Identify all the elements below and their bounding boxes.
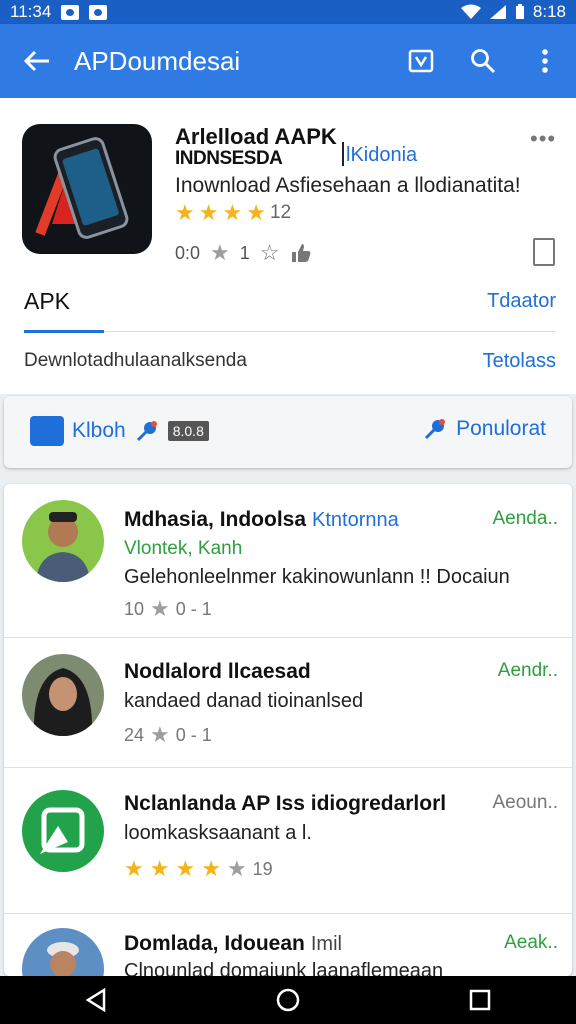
app-name: Arlelload AAPK (175, 124, 337, 149)
avatar (22, 928, 104, 976)
star-icon: ★ (222, 200, 243, 225)
item-count: 10 (124, 598, 145, 619)
meta-count: 1 (239, 242, 250, 263)
notification-icon (61, 4, 80, 20)
thumbs-up-icon[interactable] (290, 242, 312, 264)
bookmark-icon[interactable] (533, 238, 555, 266)
photo-icon (89, 4, 108, 20)
back-button[interactable] (0, 24, 74, 98)
home-icon[interactable] (276, 988, 300, 1012)
popular-label: Ponulorat (456, 417, 546, 440)
overflow-menu-button[interactable] (514, 24, 576, 98)
star-icon: ★ (149, 856, 170, 881)
item-message: loomkasksaanant a l. (124, 822, 312, 844)
search-icon (471, 49, 496, 74)
item-message: kandaed danad tioinanlsed (124, 690, 364, 712)
app-icon (22, 124, 152, 254)
status-battery-text: 8:18 (532, 2, 566, 21)
download-right-link[interactable]: Tetolass (483, 350, 556, 373)
verified-button[interactable] (390, 24, 452, 98)
item-score: 0 - 1 (175, 598, 212, 619)
star-icon: ★ (175, 200, 195, 225)
search-button[interactable] (452, 24, 514, 98)
pin-icon (136, 421, 157, 442)
item-message: Gelehonleelnmer kakinowunlann !! Docaiun (124, 566, 510, 588)
item-badge: Aeak.. (504, 932, 558, 953)
list-item[interactable]: Mdhasia, Indoolsa Ktntornna Aenda.. Vlont… (4, 484, 572, 638)
item-badge: Aendr.. (497, 660, 558, 681)
item-tag[interactable]: Ktntornna (312, 509, 399, 531)
pin-icon (425, 419, 446, 440)
app-bar: APDoumdesai (0, 24, 576, 98)
item-name: Nodlalord llcaesad (124, 660, 311, 683)
item-subtitle: Vlontek, Kanh (124, 538, 243, 559)
item-meta: 10 ★ 0 - 1 (124, 598, 212, 620)
item-meta: ★ ★ ★ ★ ★ 19 (124, 858, 273, 880)
app-rating: ★ ★ ★ ★ 12 (175, 202, 291, 224)
star-icon[interactable]: ★ (150, 598, 170, 620)
more-options-icon[interactable]: ••• (530, 126, 556, 152)
arrow-left-icon (23, 50, 49, 72)
back-icon[interactable] (85, 988, 107, 1012)
wifi-icon (460, 4, 481, 19)
item-name: Mdhasia, Indoolsa Ktntornna (124, 508, 399, 531)
item-badge: Aenda.. (492, 508, 559, 529)
like-label: Klboh (72, 419, 126, 442)
status-time: 11:34 (10, 2, 52, 21)
actions-card: Klboh 8.0.8 Ponulorat (4, 396, 572, 468)
star-icon: ★ (201, 856, 221, 881)
system-nav-bar (0, 976, 576, 1024)
signal-icon (489, 5, 506, 19)
item-count: 19 (252, 858, 273, 879)
avatar (22, 500, 104, 582)
item-name: Domlada, Idouean Imil (124, 932, 342, 955)
review-list: Mdhasia, Indoolsa Ktntornna Aenda.. Vlont… (4, 484, 572, 976)
developer-link[interactable]: lKidonia (346, 144, 417, 167)
star-icon: ★ (175, 856, 196, 881)
item-score: 0 - 1 (175, 724, 212, 745)
star-outline-icon[interactable]: ☆ (260, 242, 280, 264)
item-meta: 24 ★ 0 - 1 (124, 724, 212, 746)
item-name: Nclanlanda AP Iss idiogredarlorl (124, 792, 447, 815)
tab-indicator (24, 330, 104, 333)
star-icon: ★ (124, 856, 144, 881)
item-count: 24 (124, 724, 145, 745)
star-icon[interactable]: ★ (210, 242, 230, 264)
like-action[interactable]: Klboh 8.0.8 (30, 416, 209, 446)
list-item[interactable]: Nclanlanda AP Iss idiogredarlorl Aeoun..… (4, 768, 572, 914)
popular-action[interactable]: Ponulorat (422, 416, 546, 442)
list-item[interactable]: Nodlalord llcaesad Aendr.. kandaed danad… (4, 638, 572, 768)
list-item[interactable]: Domlada, Idouean Imil Aeak.. Clnounlad do… (4, 914, 572, 976)
item-message: Clnounlad domaiunk laanaflemeaan (124, 960, 444, 976)
item-tag[interactable]: Imil (311, 933, 342, 955)
thumbs-up-icon (30, 416, 64, 446)
app-description: Inownload Asfiesehaan a llodianatita! (175, 174, 521, 197)
star-icon: ★ (226, 856, 247, 881)
more-vert-icon (542, 49, 548, 73)
recents-icon[interactable] (469, 989, 491, 1011)
download-text: Dewnlotadhulaanalksenda (24, 350, 247, 371)
meta-left: 0:0 (175, 242, 201, 263)
star-icon: ★ (246, 200, 266, 225)
tab-apk[interactable]: APK (24, 288, 70, 315)
app-bar-title: APDoumdesai (74, 45, 241, 76)
avatar (22, 654, 104, 736)
app-header-card: Arlelload AAPK INDNSESDA lKidonia Inownl… (0, 98, 576, 394)
star-icon[interactable]: ★ (150, 724, 170, 746)
size-badge: 8.0.8 (167, 421, 209, 441)
status-bar: 11:34 8:18 (0, 0, 576, 24)
rating-count: 12 (269, 202, 292, 223)
app-subtitle: INDNSESDA (175, 148, 283, 169)
tab-divider (104, 331, 556, 332)
app-meta: 0:0 ★ 1 ☆ (175, 242, 312, 264)
avatar (22, 790, 104, 872)
tab-right-link[interactable]: Tdaator (487, 290, 556, 313)
battery-icon (515, 4, 524, 19)
divider (342, 142, 344, 166)
star-icon: ★ (198, 200, 219, 225)
check-box-icon (408, 49, 434, 73)
item-badge: Aeoun.. (492, 792, 559, 813)
